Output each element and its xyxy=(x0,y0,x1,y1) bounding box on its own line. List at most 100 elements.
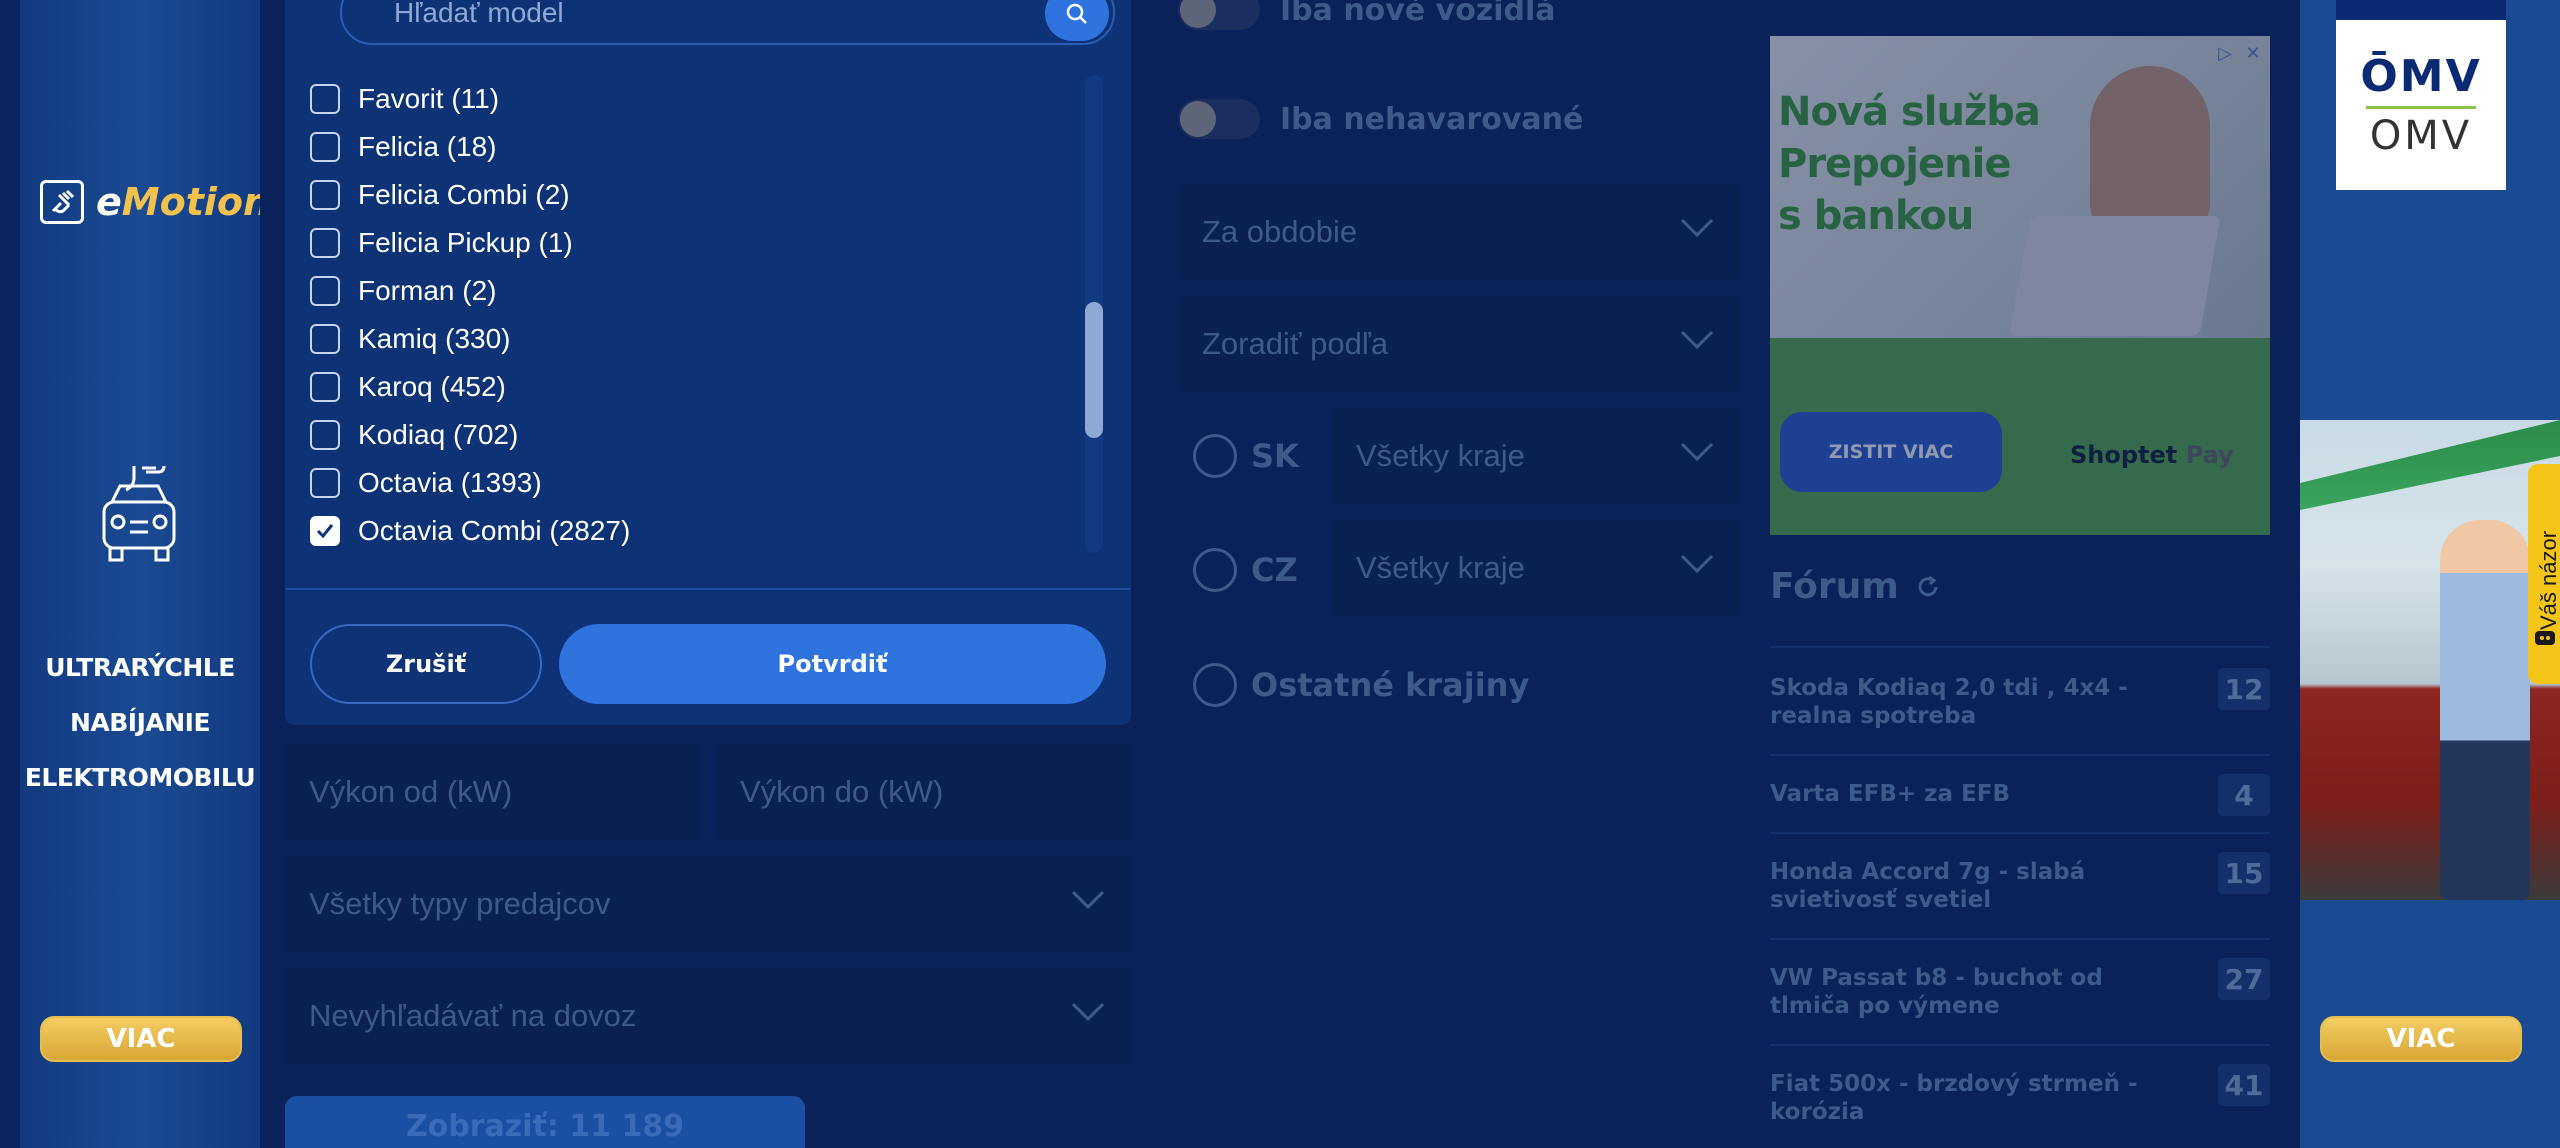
model-option[interactable]: Forman (2) xyxy=(310,267,496,315)
checkbox[interactable] xyxy=(310,372,340,402)
cancel-button[interactable]: Zrušiť xyxy=(310,624,542,704)
radio-button[interactable] xyxy=(1193,663,1237,707)
other-countries-radio[interactable]: Ostatné krajiny xyxy=(1193,663,1529,707)
seller-type-select[interactable]: Všetky typy predajcov xyxy=(285,856,1131,952)
model-option[interactable]: Felicia Pickup (1) xyxy=(310,219,573,267)
emotion-brand: eMotion xyxy=(96,180,271,224)
scrollbar-thumb[interactable] xyxy=(1085,302,1103,438)
ev-charging-car-icon xyxy=(102,465,176,562)
checkbox-checked[interactable] xyxy=(310,516,340,546)
forum-thread-title[interactable]: Skoda Kodiaq 2,0 tdi , 4x4 - realna spot… xyxy=(1770,674,2190,730)
radio-label: CZ xyxy=(1251,551,1298,589)
model-option[interactable]: Kodiaq (702) xyxy=(310,411,518,459)
show-results-button[interactable]: Zobraziť: 11 189 xyxy=(285,1096,805,1148)
canopy-image xyxy=(2300,420,2560,510)
forum-thread[interactable]: Fiat 500x - brzdový strmeň - korózia 41 xyxy=(1770,1044,2270,1148)
checkbox[interactable] xyxy=(310,132,340,162)
region-cz-select[interactable]: Všetky kraje xyxy=(1332,520,1740,616)
checkbox[interactable] xyxy=(310,420,340,450)
toggle-undamaged[interactable]: Iba nehavarované xyxy=(1178,99,1583,139)
checkbox[interactable] xyxy=(310,84,340,114)
left-ad-banner[interactable]: eMotion ULTRARÝCHLE NABÍJANIE ELEKTROMOB… xyxy=(20,0,270,1148)
region-cz-value: Všetky kraje xyxy=(1356,550,1525,585)
checkbox[interactable] xyxy=(310,324,340,354)
power-to-placeholder: Výkon do (kW) xyxy=(740,774,944,809)
page-left-edge xyxy=(0,0,20,1148)
toggle-knob xyxy=(1180,101,1216,137)
forum-thread[interactable]: Skoda Kodiaq 2,0 tdi , 4x4 - realna spot… xyxy=(1770,646,2270,754)
feedback-label[interactable]: Váš názor xyxy=(2536,480,2560,630)
radio-label: SK xyxy=(1251,437,1299,475)
model-search-placeholder: Hľadať model xyxy=(394,0,564,28)
model-filter-panel: Hľadať model Favorit (11) Felicia (18) F… xyxy=(285,0,1131,725)
model-search-input[interactable]: Hľadať model xyxy=(340,0,1115,45)
toggle-label: Iba nehavarované xyxy=(1280,101,1584,137)
forum-thread-title[interactable]: Fiat 500x - brzdový strmeň - korózia xyxy=(1770,1070,2190,1126)
region-sk-value: Všetky kraje xyxy=(1356,438,1525,473)
main-content: Hľadať model Favorit (11) Felicia (18) F… xyxy=(260,0,2300,1148)
forum-thread[interactable]: VW Passat b8 - buchot od tlmiča po výmen… xyxy=(1770,938,2270,1044)
power-from-input[interactable]: Výkon od (kW) xyxy=(285,744,699,840)
chevron-down-icon xyxy=(1071,1002,1105,1022)
model-option[interactable]: Felicia (18) xyxy=(310,123,496,171)
model-option[interactable]: Felicia Combi (2) xyxy=(310,171,570,219)
omv-photo xyxy=(2300,420,2560,900)
omv-brand: OMV xyxy=(2369,113,2473,159)
radio-button[interactable] xyxy=(1193,434,1237,478)
forum-thread-title[interactable]: Varta EFB+ za EFB xyxy=(1770,780,2190,808)
forum-heading: Fórum xyxy=(1770,566,1941,607)
chevron-down-icon xyxy=(1680,554,1714,574)
forum-thread-title[interactable]: VW Passat b8 - buchot od tlmiča po výmen… xyxy=(1770,964,2190,1020)
omv-mark-icon: ŌMV xyxy=(2360,51,2482,102)
model-option[interactable]: Favorit (11) xyxy=(310,75,499,123)
checkbox[interactable] xyxy=(310,468,340,498)
forum-reply-count: 12 xyxy=(2218,668,2270,710)
radio-button[interactable] xyxy=(1193,548,1237,592)
promo-line: ELEKTROMOBILU xyxy=(24,763,256,792)
toggle-knob xyxy=(1180,0,1216,28)
radio-label: Ostatné krajiny xyxy=(1251,666,1530,704)
chevron-down-icon xyxy=(1680,442,1714,462)
chevron-down-icon xyxy=(1071,890,1105,910)
power-from-placeholder: Výkon od (kW) xyxy=(309,774,513,809)
left-ad-promo-text: ULTRARÝCHLE NABÍJANIE ELEKTROMOBILU xyxy=(20,640,260,805)
model-option-selected[interactable]: Octavia Combi (2827) xyxy=(310,507,630,555)
forum-title: Fórum xyxy=(1770,566,1899,607)
search-button[interactable] xyxy=(1045,0,1109,41)
model-list-scrollbar[interactable] xyxy=(1085,75,1103,553)
right-ad-viac-button[interactable]: VIAC xyxy=(2320,1016,2522,1062)
toggle-switch[interactable] xyxy=(1178,99,1260,139)
promo-line: ULTRARÝCHLE xyxy=(45,653,235,682)
model-option[interactable]: Kamiq (330) xyxy=(310,315,511,363)
country-cz-radio[interactable]: CZ xyxy=(1193,548,1298,592)
model-checkbox-list: Favorit (11) Felicia (18) Felicia Combi … xyxy=(310,75,1080,555)
model-option[interactable]: Karoq (452) xyxy=(310,363,506,411)
checkbox[interactable] xyxy=(310,180,340,210)
divider xyxy=(2366,106,2476,109)
sort-select[interactable]: Zoradiť podľa xyxy=(1178,296,1740,392)
forum-thread[interactable]: Varta EFB+ za EFB 4 xyxy=(1770,754,2270,832)
power-to-input[interactable]: Výkon do (kW) xyxy=(716,744,1131,840)
toggle-switch[interactable] xyxy=(1178,0,1260,30)
overlay-dim xyxy=(1770,36,2270,535)
region-sk-select[interactable]: Všetky kraje xyxy=(1332,408,1740,504)
emotion-logo: eMotion xyxy=(40,180,270,224)
model-option[interactable]: Octavia (1393) xyxy=(310,459,542,507)
import-select[interactable]: Nevyhľadávať na dovoz xyxy=(285,968,1131,1064)
checkbox[interactable] xyxy=(310,228,340,258)
refresh-icon[interactable] xyxy=(1915,574,1941,600)
chevron-down-icon xyxy=(1680,330,1714,350)
confirm-button[interactable]: Potvrdiť xyxy=(559,624,1106,704)
checkbox[interactable] xyxy=(310,276,340,306)
forum-reply-count: 15 xyxy=(2218,852,2270,894)
right-ad-banner[interactable]: ŌMV OMV VIAC xyxy=(2300,0,2560,1148)
period-select[interactable]: Za obdobie xyxy=(1178,184,1740,280)
country-sk-radio[interactable]: SK xyxy=(1193,434,1299,478)
forum-thread-title[interactable]: Honda Accord 7g - slabá svietivosť sveti… xyxy=(1770,858,2190,914)
promo-ad[interactable]: Nová služba Prepojenie s bankou ZISTIT V… xyxy=(1770,36,2270,535)
chevron-down-icon xyxy=(1680,218,1714,238)
forum-thread[interactable]: Honda Accord 7g - slabá svietivosť sveti… xyxy=(1770,832,2270,938)
plug-icon xyxy=(40,180,84,224)
toggle-new-vehicles[interactable]: Iba nové vozidlá xyxy=(1178,0,1556,30)
left-ad-viac-button[interactable]: VIAC xyxy=(40,1016,242,1062)
